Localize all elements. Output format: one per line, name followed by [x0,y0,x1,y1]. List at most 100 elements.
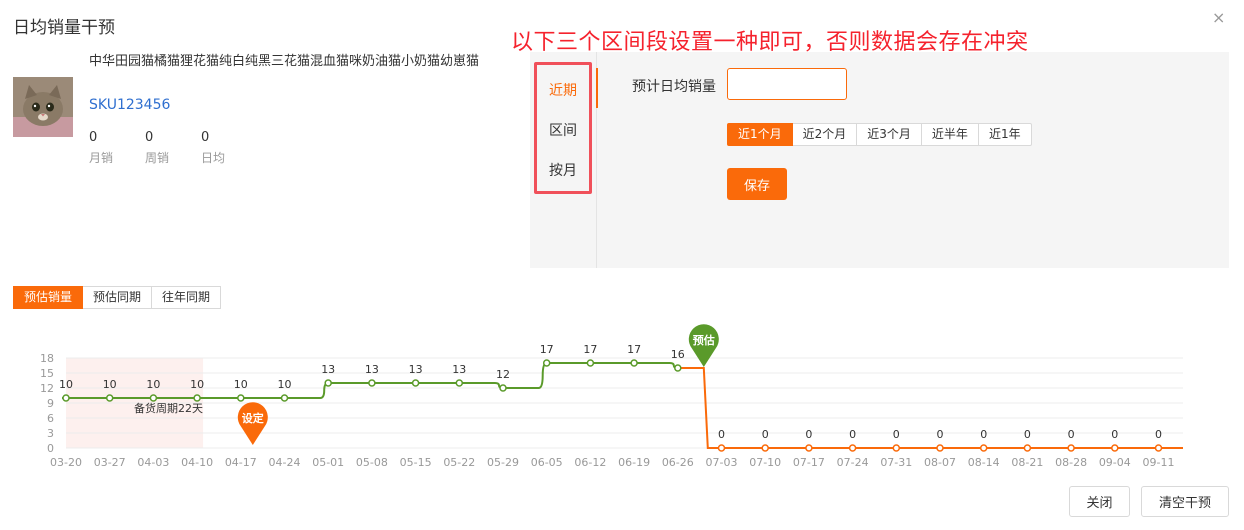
data-point [237,394,245,402]
x-tick-label: 04-24 [269,456,301,469]
sales-chart: 0 3 6 9 12 15 18 03-20 03-27 04-03 04-10 04-17 04-24… [40,324,1183,469]
data-point [586,359,595,367]
data-label: 10 [190,378,204,391]
product-name: 中华田园猫橘猫狸花猫纯白纯黑三花猫混血猫咪奶油猫小奶猫幼崽猫 [89,54,480,69]
stat-weekly-label: 周销 [145,151,170,165]
data-point [542,359,551,367]
range-half-year-button[interactable]: 近半年 [921,123,979,146]
data-label: 13 [452,363,466,376]
chart-tab-same-period[interactable]: 预估同期 [83,286,153,309]
cat-image-icon [13,77,73,137]
data-point [280,394,289,402]
range-button-group: 近1个月 近2个月 近3个月 近半年 近1年 [727,123,1032,146]
x-tick-label: 04-17 [225,456,257,469]
data-label: 0 [805,428,812,441]
product-thumbnail [13,77,73,137]
x-tick-label: 03-27 [94,456,126,469]
x-tick-label: 06-12 [574,456,606,469]
close-icon[interactable]: × [1212,10,1225,26]
x-tick-label: 07-10 [749,456,781,469]
x-tick-label: 05-29 [487,456,519,469]
x-tick-label: 09-11 [1143,456,1175,469]
data-label: 0 [762,428,769,441]
data-point [368,379,376,387]
y-tick-label: 12 [40,382,54,395]
daily-sales-input[interactable] [727,68,847,100]
data-point [674,364,682,372]
data-point [1111,444,1119,452]
x-tick-label: 06-19 [618,456,650,469]
x-tick-label: 07-24 [837,456,869,469]
x-tick-label: 07-03 [706,456,738,469]
data-label: 13 [409,363,423,376]
data-point [499,384,507,392]
stat-daily: 0 日均 [201,130,251,166]
x-tick-label: 05-22 [443,456,475,469]
data-point [979,444,988,452]
data-point [1067,444,1075,452]
data-label: 17 [583,343,597,356]
data-label: 10 [146,378,160,391]
tab-recent[interactable]: 近期 [537,80,589,100]
data-label: 12 [496,368,510,381]
dialog-title: 日均销量干预 [13,18,115,38]
product-sku-link[interactable]: SKU123456 [89,97,170,113]
y-tick-label: 18 [40,352,54,365]
data-label: 0 [980,428,987,441]
data-label: 10 [234,378,248,391]
forecast-series-line [677,367,1183,449]
data-label: 0 [1024,428,1031,441]
data-label: 10 [103,378,117,391]
x-tick-label: 07-31 [880,456,912,469]
x-tick-label: 05-08 [356,456,388,469]
x-tick-label: 08-07 [924,456,956,469]
y-tick-label: 0 [47,442,54,455]
data-label: 0 [893,428,900,441]
tab-interval[interactable]: 区间 [537,120,589,140]
x-tick-label: 08-21 [1011,456,1043,469]
y-tick-label: 6 [47,412,54,425]
data-label: 0 [1155,428,1162,441]
data-point [761,444,769,452]
save-button[interactable]: 保存 [727,168,787,200]
x-tick-label: 06-26 [662,456,694,469]
range-3-months-button[interactable]: 近3个月 [857,123,922,146]
stat-monthly-label: 月销 [89,151,114,165]
x-tick-label: 04-03 [137,456,169,469]
stat-daily-value: 0 [201,130,210,145]
y-tick-label: 15 [40,367,54,380]
x-tick-label: 05-15 [400,456,432,469]
data-label: 13 [365,363,379,376]
range-1-year-button[interactable]: 近1年 [978,123,1032,146]
tab-monthly[interactable]: 按月 [537,160,589,180]
clear-intervention-button[interactable]: 清空干预 [1141,486,1229,517]
y-tick-label: 9 [47,397,54,410]
chart-tab-forecast[interactable]: 预估销量 [13,286,84,309]
chart-tab-last-year[interactable]: 往年同期 [152,286,222,309]
data-label: 0 [849,428,856,441]
data-point [1023,444,1032,452]
set-marker-label: 设定 [242,411,264,425]
x-tick-label: 08-28 [1055,456,1087,469]
range-2-months-button[interactable]: 近2个月 [792,123,858,146]
data-point [324,379,332,387]
period-tab-list: 近期 区间 按月 [534,62,592,194]
stat-weekly-value: 0 [145,130,154,145]
x-tick-label: 05-01 [312,456,344,469]
active-tab-indicator [596,68,598,108]
data-label: 0 [1068,428,1075,441]
x-tick-label: 07-17 [793,456,825,469]
data-point [193,394,201,402]
forecast-marker-label: 预估 [693,333,715,347]
data-point [105,394,114,402]
data-point [630,359,638,367]
stat-monthly: 0 月销 [89,130,139,166]
data-label: 10 [278,378,292,391]
stocking-period-label: 备货周期22天 [134,401,203,415]
range-1-month-button[interactable]: 近1个月 [727,123,793,146]
data-label: 0 [1111,428,1118,441]
close-button[interactable]: 关闭 [1069,486,1130,517]
data-point [848,444,857,452]
data-label: 0 [937,428,944,441]
data-label: 17 [540,343,554,356]
